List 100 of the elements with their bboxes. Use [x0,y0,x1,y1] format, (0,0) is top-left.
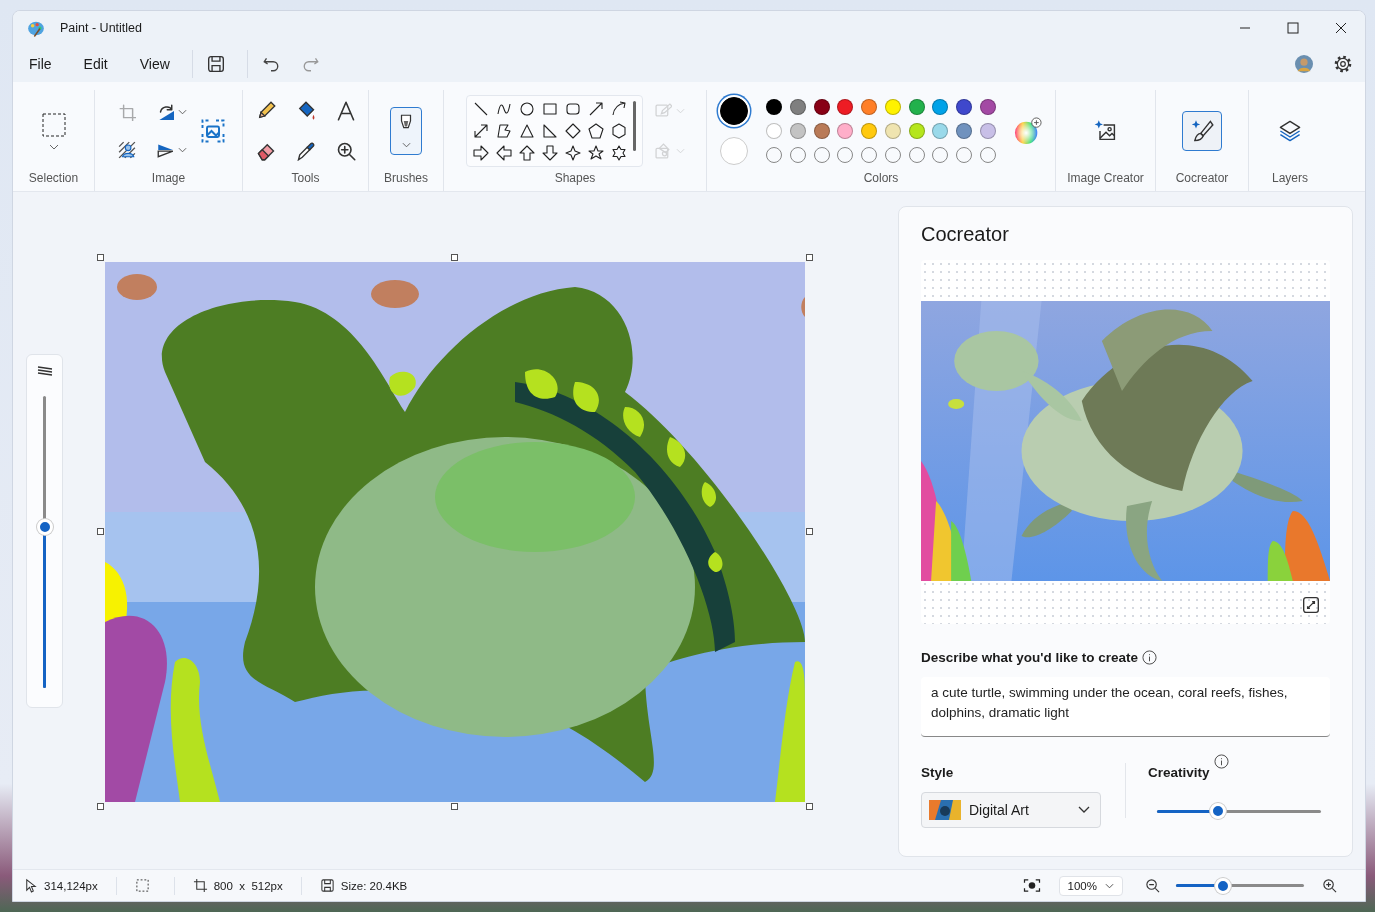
star-shape-icon[interactable] [587,144,604,161]
resize-handle[interactable] [451,254,458,261]
scrollbar-thumb[interactable] [632,100,636,151]
window-title: Paint - Untitled [60,21,142,35]
paint-app-icon [27,19,45,37]
chevron-down-icon [1078,806,1090,814]
zoom-dropdown[interactable]: 100% [1058,875,1123,896]
slider-thumb[interactable] [1215,877,1232,894]
zoom-in-icon[interactable] [335,140,356,161]
group-label: Selection [28,171,79,185]
chevron-down-icon [178,146,187,153]
brush-button[interactable] [390,106,422,155]
rectangle-select-button[interactable] [40,111,67,138]
creativity-label: Creativity [1148,765,1210,780]
resize-button[interactable] [199,117,226,144]
group-label: Shapes [554,171,596,185]
color-swatch[interactable] [908,122,925,139]
right-triangle-shape-icon[interactable] [541,122,558,139]
current-color-swatch[interactable] [719,96,748,125]
resize-icon [200,118,225,143]
triangle-shape-icon[interactable] [518,122,535,139]
hexagon-shape-icon[interactable] [610,122,627,139]
pentagon-shape-icon[interactable] [587,122,604,139]
selection-size-icon [134,878,150,893]
color-swatch[interactable] [884,122,901,139]
chevron-down-icon [401,142,411,148]
color-swatch[interactable] [980,98,997,115]
zoom-in-icon[interactable] [1322,878,1337,893]
chevron-down-icon [1105,882,1114,889]
color-swatch[interactable] [765,122,782,139]
info-icon[interactable] [1213,754,1229,769]
color-swatch[interactable] [765,98,782,115]
color-swatch[interactable] [980,122,997,139]
sparkle-brush-button[interactable] [1182,110,1222,151]
color-swatch[interactable] [789,98,806,115]
resize-handle[interactable] [451,803,458,810]
menu-item[interactable]: Edit [73,49,118,78]
save-icon [319,878,335,893]
color-swatch[interactable] [884,98,901,115]
group-label: Brushes [384,171,428,185]
arrow-line-shape-icon[interactable] [587,100,604,117]
color-swatch[interactable] [813,98,830,115]
color-swatch[interactable] [956,98,973,115]
line-shape-icon[interactable] [472,100,489,117]
color-swatch[interactable] [956,122,973,139]
text-tool-icon[interactable] [335,100,356,121]
cursor-position: 314,124px [44,879,98,892]
resize-handle[interactable] [97,254,104,261]
resize-handle[interactable] [806,528,813,535]
avatar-icon[interactable] [1295,54,1313,73]
save-icon[interactable] [206,54,225,73]
style-dropdown[interactable]: Digital Art [921,792,1101,828]
canvas-drawing[interactable] [105,262,805,802]
double-arrow-shape-icon[interactable] [472,122,489,139]
close-icon [1335,22,1347,34]
resize-handle[interactable] [97,803,104,810]
up-arrow-shape-icon[interactable] [518,144,535,161]
color-swatch[interactable] [837,122,854,139]
color-swatch[interactable] [932,98,949,115]
rounded-rectangle-shape-icon[interactable] [564,100,581,117]
diamond-shape-icon[interactable] [564,122,581,139]
resize-handle[interactable] [97,528,104,535]
color-swatch[interactable] [861,98,878,115]
zoom-out-icon[interactable] [1145,878,1160,893]
left-arrow-shape-icon[interactable] [495,144,512,161]
color-swatch[interactable] [813,122,830,139]
down-arrow-shape-icon[interactable] [541,144,558,161]
slider-thumb[interactable] [36,519,53,536]
maximize-icon [1287,22,1299,34]
right-arrow-shape-icon[interactable] [472,144,489,161]
color-swatch[interactable] [861,122,878,139]
color-swatch[interactable] [932,122,949,139]
sparkle-brush-icon [1190,118,1214,143]
color-swatch[interactable] [837,98,854,115]
info-icon[interactable] [1142,650,1158,665]
menu-item[interactable]: View [129,49,180,78]
oval-shape-icon[interactable] [518,100,535,117]
polygon-shape-icon[interactable] [495,122,512,139]
group-label: Image [151,171,186,185]
chevron-down-icon[interactable] [48,143,59,150]
resize-handle[interactable] [806,254,813,261]
menu-item[interactable]: File [19,49,62,78]
chevron-down-icon [675,147,685,154]
color-wheel-icon[interactable] [1014,116,1043,145]
resize-handle[interactable] [806,803,813,810]
four-point-star-shape-icon[interactable] [564,144,581,161]
group-label: Layers [1272,171,1308,185]
curved-arrow-shape-icon[interactable] [610,100,627,117]
dashed-rectangle-icon [41,112,66,137]
color-swatch[interactable] [908,98,925,115]
fit-to-window-icon[interactable] [1022,878,1041,893]
slider-thumb[interactable] [1209,803,1226,819]
settings-icon[interactable] [1333,53,1353,74]
color-picker-icon[interactable] [295,140,316,161]
style-thumbnail-icon [929,800,961,820]
six-point-star-shape-icon[interactable] [610,144,627,161]
rectangle-shape-icon[interactable] [541,100,558,117]
expand-icon[interactable] [1302,596,1320,614]
color-swatch[interactable] [789,122,806,139]
prompt-field[interactable]: a cute turtle, swimming under the ocean, coral reefs, fishes, dolphins, dramatic light [921,677,1330,737]
